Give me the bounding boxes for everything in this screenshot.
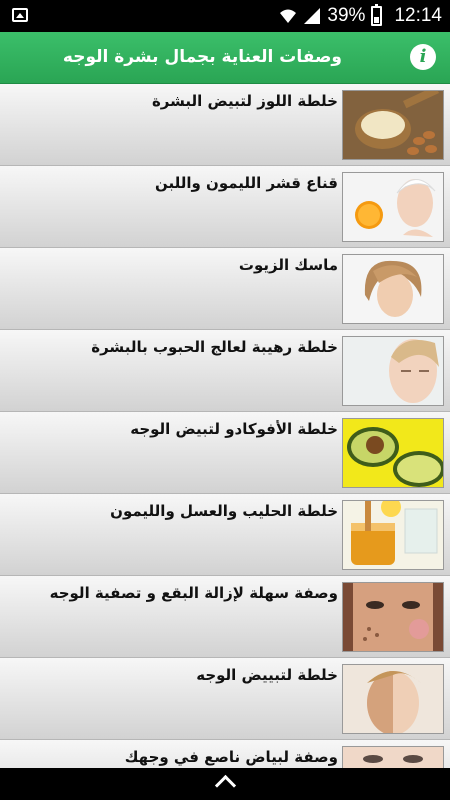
list-item[interactable]: خلطة اللوز لتبيض البشرة	[0, 84, 450, 166]
avocado-image	[342, 418, 444, 488]
wifi-icon	[279, 7, 297, 25]
app-bar: وصفات العناية بجمال بشرة الوجه i	[0, 32, 450, 84]
item-title: وصفة سهلة لإزالة البقع و تصفية الوجه	[49, 584, 338, 602]
recipe-list[interactable]: خلطة اللوز لتبيض البشرة قناع قشر الليمون…	[0, 84, 450, 768]
status-indicators: 39% 12:14	[279, 0, 442, 32]
signal-icon	[303, 7, 321, 25]
woman-face-image	[342, 336, 444, 406]
clock: 12:14	[394, 5, 442, 26]
battery-percent: 39%	[327, 5, 366, 26]
status-bar: 39% 12:14	[0, 0, 450, 32]
item-title: خلطة اللوز لتبيض البشرة	[151, 92, 338, 110]
spotted-face-image	[342, 582, 444, 652]
item-title: وصفة لبياض ناصع في وجهك	[124, 748, 338, 766]
info-icon[interactable]: i	[410, 44, 436, 70]
lemon-face-image	[342, 172, 444, 242]
list-item[interactable]: قناع قشر الليمون واللبن	[0, 166, 450, 248]
page-title: وصفات العناية بجمال بشرة الوجه	[62, 47, 342, 67]
gallery-notification-icon	[12, 8, 28, 22]
item-title: خلطة لتبييض الوجه	[196, 666, 338, 684]
list-item[interactable]: خلطة لتبييض الوجه	[0, 658, 450, 740]
item-title: خلطة رهيبة لعالج الحبوب بالبشرة	[91, 338, 338, 356]
almond-image	[342, 90, 444, 160]
list-item[interactable]: خلطة الأفوكادو لتبيض الوجه	[0, 412, 450, 494]
item-title: قناع قشر الليمون واللبن	[154, 174, 338, 192]
item-title: خلطة الحليب والعسل والليمون	[110, 502, 338, 520]
list-item[interactable]: ماسك الزيوت	[0, 248, 450, 330]
battery-icon	[371, 4, 383, 26]
bottom-navigation-bar	[0, 768, 450, 800]
woman-portrait-image	[342, 254, 444, 324]
face-half-image	[342, 664, 444, 734]
list-item[interactable]: خلطة الحليب والعسل والليمون	[0, 494, 450, 576]
chevron-up-icon[interactable]	[214, 774, 237, 797]
eyes-image	[342, 746, 444, 768]
honey-milk-image	[342, 500, 444, 570]
list-item[interactable]: وصفة لبياض ناصع في وجهك	[0, 740, 450, 768]
list-item[interactable]: خلطة رهيبة لعالج الحبوب بالبشرة	[0, 330, 450, 412]
item-title: ماسك الزيوت	[238, 256, 338, 274]
list-item[interactable]: وصفة سهلة لإزالة البقع و تصفية الوجه	[0, 576, 450, 658]
item-title: خلطة الأفوكادو لتبيض الوجه	[130, 420, 338, 438]
